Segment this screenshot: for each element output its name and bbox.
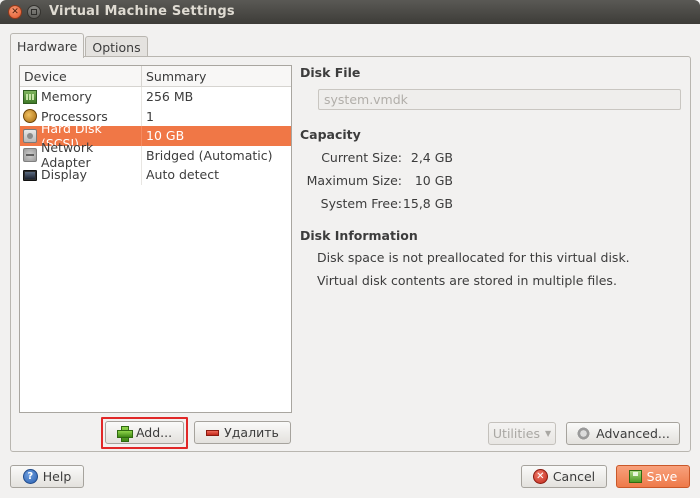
- utilities-dropdown[interactable]: Utilities ▼: [488, 422, 556, 445]
- chevron-down-icon: ▼: [544, 429, 552, 438]
- help-icon: ?: [22, 469, 38, 484]
- close-window-button[interactable]: ✕: [8, 5, 22, 19]
- device-list[interactable]: Device Summary Memory 256 MB Processors …: [19, 65, 292, 413]
- capacity-heading: Capacity: [300, 127, 361, 142]
- disk-file-field[interactable]: system.vmdk: [318, 89, 681, 110]
- device-row-display[interactable]: Display Auto detect: [20, 165, 291, 185]
- system-free-value: 15,8 GB: [402, 196, 453, 211]
- current-size-label: Current Size:: [321, 150, 402, 165]
- device-row-memory[interactable]: Memory 256 MB: [20, 87, 291, 107]
- maximum-size-label: Maximum Size:: [306, 173, 402, 188]
- help-button[interactable]: ? Help: [10, 465, 84, 488]
- minimize-window-button[interactable]: [27, 5, 41, 19]
- title-bar: ✕ Virtual Machine Settings: [0, 0, 700, 24]
- disk-file-heading: Disk File: [300, 65, 361, 80]
- add-device-button[interactable]: Add...: [105, 421, 184, 444]
- system-free-label: System Free:: [320, 196, 402, 211]
- current-size-value: 2,4 GB: [410, 150, 453, 165]
- display-icon: [23, 169, 37, 181]
- device-summary: Auto detect: [146, 167, 219, 183]
- device-name: Display: [41, 167, 88, 183]
- remove-button-label: Удалить: [224, 425, 279, 440]
- cancel-icon: ✕: [532, 469, 548, 484]
- device-row-network-adapter[interactable]: Network Adapter Bridged (Automatic): [20, 140, 291, 170]
- network-adapter-icon: [23, 148, 37, 163]
- column-header-device[interactable]: Device: [20, 66, 142, 86]
- hard-disk-icon: [23, 128, 37, 143]
- add-button-label: Add...: [135, 425, 173, 440]
- column-header-summary[interactable]: Summary: [142, 66, 291, 86]
- processor-icon: [23, 109, 37, 124]
- device-summary: Bridged (Automatic): [146, 147, 273, 163]
- advanced-button[interactable]: Advanced...: [566, 422, 680, 445]
- vm-settings-window: ✕ Virtual Machine Settings Hardware Opti…: [0, 0, 700, 498]
- plus-icon: [116, 425, 133, 442]
- device-summary: 256 MB: [146, 89, 194, 105]
- advanced-label: Advanced...: [596, 426, 670, 441]
- disk-information-heading: Disk Information: [300, 228, 418, 243]
- tab-hardware[interactable]: Hardware: [10, 33, 85, 58]
- save-label: Save: [646, 469, 678, 484]
- settings-icon: [576, 426, 592, 441]
- disk-info-line: Disk space is not preallocated for this …: [317, 250, 630, 265]
- device-summary: 10 GB: [146, 128, 185, 144]
- close-icon: ✕: [11, 6, 19, 17]
- tab-options[interactable]: Options: [85, 36, 148, 57]
- save-button[interactable]: Save: [616, 465, 690, 488]
- disk-info-line: Virtual disk contents are stored in mult…: [317, 273, 617, 288]
- cancel-label: Cancel: [552, 469, 596, 484]
- device-summary: 1: [146, 108, 154, 124]
- device-list-header: Device Summary: [20, 66, 291, 87]
- device-name: Memory: [41, 89, 92, 105]
- minus-icon: [206, 429, 220, 436]
- utilities-label: Utilities: [492, 426, 540, 441]
- help-label: Help: [42, 469, 72, 484]
- save-icon: [628, 470, 642, 483]
- remove-device-button[interactable]: Удалить: [194, 421, 291, 444]
- memory-icon: [23, 89, 37, 104]
- cancel-button[interactable]: ✕ Cancel: [521, 465, 607, 488]
- window-title: Virtual Machine Settings: [49, 4, 235, 19]
- tab-bar: Hardware Options: [10, 33, 149, 58]
- restore-icon: [31, 9, 37, 15]
- maximum-size-value: 10 GB: [414, 173, 453, 188]
